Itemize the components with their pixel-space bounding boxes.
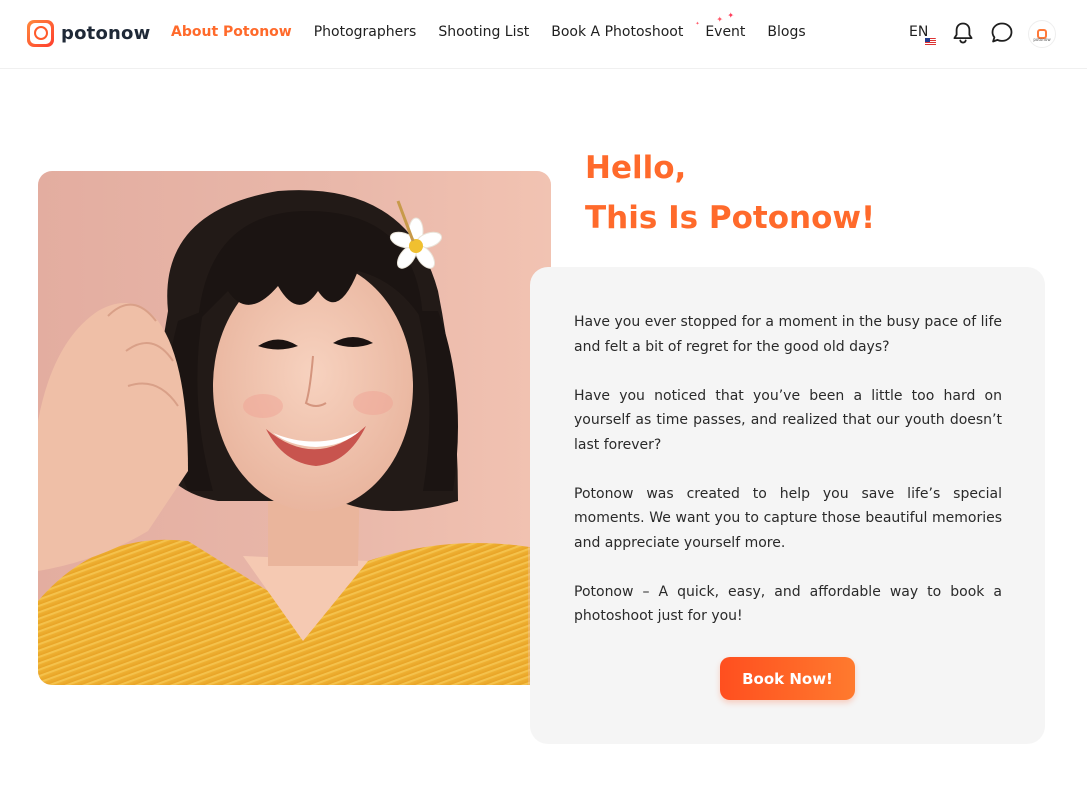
nav-book-a-photoshoot[interactable]: Book A Photoshoot	[551, 24, 683, 40]
nav-blogs[interactable]: Blogs	[767, 24, 805, 40]
intro-paragraph: Potonow – A quick, easy, and affordable …	[574, 583, 1002, 625]
intro-paragraph: Have you noticed that you’ve been a litt…	[574, 387, 1002, 453]
nav-event[interactable]: ✦ ✦ ✦ Event	[695, 12, 746, 41]
nav-shooting-list[interactable]: Shooting List	[438, 24, 529, 40]
hero-heading-line2: This Is Potonow!	[585, 200, 876, 236]
intro-paragraph: Have you ever stopped for a moment in th…	[574, 314, 1002, 355]
hero-photo	[38, 171, 551, 685]
logo-icon	[27, 20, 54, 47]
intro-text: Have you ever stopped for a moment in th…	[574, 310, 1002, 653]
brand-name: potonow	[61, 23, 151, 44]
hero-heading: Hello, This Is Potonow!	[585, 143, 875, 243]
bell-icon[interactable]	[950, 20, 976, 46]
nav-about-potonow[interactable]: About Potonow	[171, 24, 292, 40]
sparkle-icon: ✦	[695, 21, 700, 27]
nav-photographers[interactable]: Photographers	[314, 24, 417, 40]
main-nav: About Potonow Photographers Shooting Lis…	[171, 12, 828, 41]
smiling-woman-portrait-image	[38, 171, 551, 685]
intro-card: Have you ever stopped for a moment in th…	[530, 267, 1045, 744]
sparkle-icon: ✦	[727, 11, 735, 20]
book-now-button[interactable]: Book Now!	[720, 657, 855, 700]
avatar-logo-text: potonow	[1033, 37, 1051, 42]
sparkle-icon: ✦	[716, 15, 724, 24]
nav-event-label: Event	[705, 24, 746, 40]
top-navigation-bar: potonow About Potonow Photographers Shoo…	[0, 0, 1087, 69]
brand-logo[interactable]: potonow	[27, 20, 150, 47]
intro-paragraph: Potonow was created to help you save lif…	[574, 485, 1002, 551]
hero-heading-line1: Hello,	[585, 150, 687, 186]
us-flag-icon	[925, 38, 936, 46]
chat-bubble-icon[interactable]	[989, 20, 1015, 46]
profile-avatar-icon[interactable]: potonow	[1028, 20, 1056, 48]
